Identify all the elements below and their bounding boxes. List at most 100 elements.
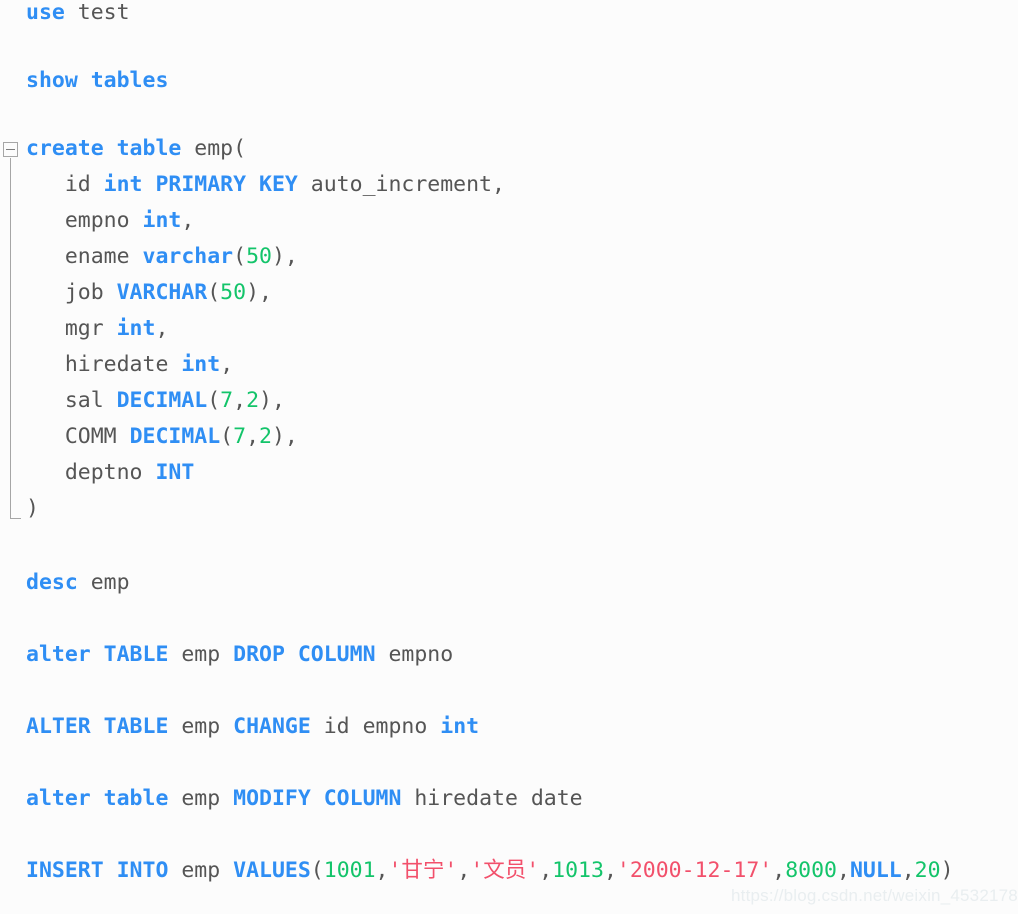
code-token: emp	[168, 786, 234, 811]
code-token: int	[181, 352, 221, 377]
code-token: 20	[914, 858, 941, 883]
line-alter-drop-column[interactable]: alter TABLE emp DROP COLUMN empno	[26, 642, 453, 668]
code-token: 2	[246, 388, 260, 413]
code-token: ),	[271, 244, 298, 269]
code-token: emp(	[181, 136, 247, 161]
code-token: ,	[155, 316, 169, 341]
line-col-ename[interactable]: ename varchar(50),	[26, 244, 298, 270]
code-token: ,	[772, 858, 786, 883]
code-token: 2	[259, 424, 272, 449]
code-token: test	[64, 0, 130, 25]
line-col-hiredate[interactable]: hiredate int,	[26, 352, 233, 378]
code-token: ,	[901, 858, 915, 883]
code-token: VARCHAR	[116, 280, 208, 305]
watermark-text: https://blog.csdn.net/weixin_45321789	[731, 886, 1018, 905]
code-token: deptno	[26, 460, 156, 485]
code-token: emp	[168, 642, 234, 667]
code-token: int	[116, 316, 156, 341]
code-token: ,	[603, 858, 617, 883]
line-col-mgr[interactable]: mgr int,	[26, 316, 169, 342]
code-token: desc	[26, 570, 78, 595]
code-token: COMM	[26, 424, 130, 449]
line-col-empno[interactable]: empno int,	[26, 208, 194, 234]
code-token: job	[26, 280, 117, 305]
code-token: '2000-12-17'	[616, 858, 773, 883]
line-alter-change[interactable]: ALTER TABLE emp CHANGE id empno int	[26, 714, 479, 740]
code-token: ,	[539, 858, 553, 883]
code-token: ,	[220, 352, 234, 377]
code-token: (	[310, 858, 324, 883]
code-token: MODIFY COLUMN	[233, 786, 402, 811]
line-create-table[interactable]: create table emp(	[26, 136, 246, 162]
code-token: auto_increment,	[297, 172, 505, 197]
code-token: alter table	[26, 786, 169, 811]
code-token: '文员'	[470, 858, 540, 883]
code-token: ,	[375, 858, 389, 883]
code-token: emp	[77, 570, 130, 595]
code-token: 50	[220, 280, 247, 305]
code-token: id	[26, 172, 104, 197]
line-desc-emp[interactable]: desc emp	[26, 570, 130, 596]
code-token: hiredate	[26, 352, 182, 377]
code-token: empno	[375, 642, 454, 667]
code-token: hiredate date	[401, 786, 583, 811]
code-token: ),	[271, 424, 298, 449]
fold-collapse-icon[interactable]	[3, 142, 18, 157]
code-fold-gutter	[0, 0, 24, 914]
code-token: id empno	[310, 714, 441, 739]
code-token: ,	[457, 858, 471, 883]
code-token: NULL	[849, 858, 902, 883]
code-token: (	[233, 244, 247, 269]
code-token: ,	[233, 388, 247, 413]
code-token: int	[440, 714, 480, 739]
code-token: 50	[246, 244, 272, 269]
code-token: DECIMAL	[116, 388, 208, 413]
code-token: )	[26, 496, 39, 521]
code-token: 1001	[323, 858, 376, 883]
code-token: varchar	[142, 244, 234, 269]
code-token: 1013	[552, 858, 604, 883]
code-token: ),	[259, 388, 285, 413]
code-token: ename	[26, 244, 143, 269]
line-col-deptno[interactable]: deptno INT	[26, 460, 194, 486]
line-insert-into[interactable]: INSERT INTO emp VALUES(1001,'甘宁','文员',10…	[26, 858, 954, 884]
fold-range-line	[10, 158, 11, 519]
code-token: DECIMAL	[129, 424, 221, 449]
code-token: (	[207, 280, 221, 305]
code-token: sal	[26, 388, 117, 413]
code-token: 7	[233, 424, 247, 449]
code-token: show tables	[26, 68, 169, 93]
code-token: mgr	[26, 316, 117, 341]
code-token: '甘宁'	[388, 858, 458, 883]
code-token: CHANGE	[233, 714, 311, 739]
code-token: ALTER TABLE	[26, 714, 169, 739]
code-token: (	[207, 388, 221, 413]
line-col-sal[interactable]: sal DECIMAL(7,2),	[26, 388, 285, 414]
sql-code-editor[interactable]: use test show tables create table emp( id …	[0, 0, 1018, 914]
code-token: VALUES	[233, 858, 311, 883]
code-token: create table	[26, 136, 182, 161]
code-token: emp	[168, 858, 234, 883]
code-token: 8000	[785, 858, 837, 883]
line-col-id[interactable]: id int PRIMARY KEY auto_increment,	[26, 172, 505, 198]
code-token: int	[142, 208, 182, 233]
line-col-comm[interactable]: COMM DECIMAL(7,2),	[26, 424, 298, 450]
code-token: emp	[168, 714, 234, 739]
code-token: use	[26, 0, 65, 25]
code-token: empno	[26, 208, 143, 233]
code-token: DROP COLUMN	[233, 642, 376, 667]
code-token: INT	[155, 460, 195, 485]
code-token: ,	[181, 208, 195, 233]
code-token: alter TABLE	[26, 642, 169, 667]
line-col-job[interactable]: job VARCHAR(50),	[26, 280, 272, 306]
line-alter-modify-column[interactable]: alter table emp MODIFY COLUMN hiredate d…	[26, 786, 583, 812]
code-token: INSERT INTO	[26, 858, 169, 883]
code-token: (	[220, 424, 234, 449]
fold-range-end-tick	[10, 518, 21, 519]
line-show-tables[interactable]: show tables	[26, 68, 168, 94]
line-create-close[interactable]: )	[26, 496, 39, 522]
code-token: int PRIMARY KEY	[103, 172, 298, 197]
code-token: ),	[246, 280, 272, 305]
code-token: ,	[246, 424, 260, 449]
line-use-test[interactable]: use test	[26, 0, 130, 26]
